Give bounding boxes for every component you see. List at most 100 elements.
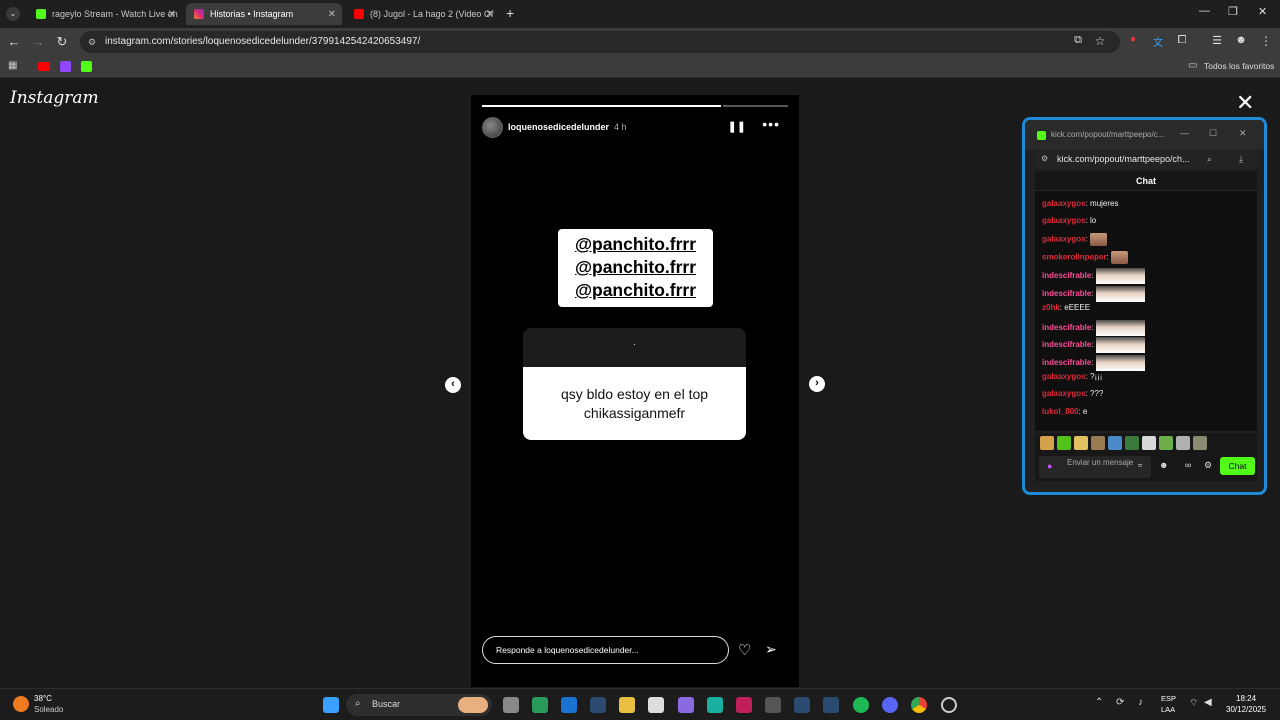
language-indicator[interactable]: ESP (1161, 694, 1176, 703)
reading-list-icon[interactable]: ☰ (1209, 34, 1225, 47)
back-icon[interactable]: ← (6, 34, 22, 49)
chat-username[interactable]: galaaxygos (1042, 199, 1086, 208)
chat-username[interactable]: indescifrable (1042, 271, 1091, 280)
mention-handle[interactable]: @panchito.frrr (558, 233, 713, 256)
copilot-icon[interactable] (678, 697, 694, 713)
popout-maximize-button[interactable]: ☐ (1209, 128, 1217, 139)
mention-handle[interactable]: @panchito.frrr (558, 256, 713, 279)
forward-icon[interactable]: → (30, 34, 46, 49)
story-username[interactable]: loquenosedicedelunder (508, 122, 609, 132)
maximize-window-button[interactable]: ❐ (1228, 5, 1238, 18)
minimize-window-button[interactable]: — (1199, 5, 1210, 17)
zoom-icon[interactable]: ⌕ (1207, 150, 1212, 168)
heart-icon[interactable]: ♡ (738, 641, 751, 659)
discord-icon[interactable] (882, 697, 898, 713)
emote-icon[interactable] (1125, 436, 1139, 450)
chat-username[interactable]: indescifrable (1042, 358, 1091, 367)
bookmark-youtube-icon[interactable] (38, 62, 50, 71)
emote-icon[interactable] (1176, 436, 1190, 450)
app-circle-icon[interactable] (941, 697, 957, 713)
clock-time[interactable]: 18:24 (1236, 694, 1256, 703)
close-story-button[interactable]: ✕ (1236, 92, 1254, 114)
download-icon[interactable]: ⤓ (1239, 150, 1243, 168)
extension-translate-icon[interactable]: 文 (1150, 34, 1166, 49)
app-red-icon[interactable] (736, 697, 752, 713)
store-icon[interactable] (648, 697, 664, 713)
url-input[interactable]: ⚙ instagram.com/stories/loquenosedicedel… (80, 31, 1120, 53)
network-icon[interactable]: ⟳ (1116, 697, 1124, 708)
cast-icon[interactable]: ⧉ (1070, 34, 1086, 47)
steam-icon[interactable] (590, 697, 606, 713)
all-bookmarks-label[interactable]: Todos los favoritos (1204, 61, 1274, 71)
chat-username[interactable]: lukol_800 (1042, 407, 1078, 416)
emote-icon[interactable] (1040, 436, 1054, 450)
weather-temp[interactable]: 38°C (34, 694, 52, 703)
emote-icon[interactable] (1057, 436, 1071, 450)
site-settings-icon[interactable]: ⚙ (1041, 150, 1048, 168)
app-icon[interactable] (532, 697, 548, 713)
app-dark-icon[interactable] (765, 697, 781, 713)
extensions-puzzle-icon[interactable]: ⧠ (1174, 34, 1190, 47)
chat-settings-icon[interactable]: ⚙ (1204, 460, 1212, 471)
tab-instagram[interactable]: Historias • Instagram ✕ (186, 3, 342, 25)
outlook-icon[interactable] (561, 697, 577, 713)
chat-username[interactable]: indescifrable (1042, 340, 1091, 349)
next-story-button[interactable]: › (809, 376, 825, 392)
volume-icon[interactable]: ◀ (1204, 697, 1212, 708)
bookmark-star-icon[interactable]: ☆ (1092, 34, 1108, 48)
emote-icon[interactable] (1108, 436, 1122, 450)
popout-close-button[interactable]: ✕ (1239, 128, 1247, 139)
emote-icon[interactable] (1159, 436, 1173, 450)
emote-icon[interactable] (1193, 436, 1207, 450)
site-info-icon[interactable]: ⚙ (88, 31, 96, 53)
bookmark-twitch-icon[interactable] (60, 61, 71, 72)
wifi-icon[interactable]: ⌔ (1189, 697, 1198, 710)
weather-icon[interactable] (13, 696, 29, 712)
task-view-icon[interactable] (503, 697, 519, 713)
mention-sticker[interactable]: @panchito.frrr @panchito.frrr @panchito.… (558, 229, 713, 307)
close-tab-icon[interactable]: ✕ (168, 9, 176, 20)
file-explorer-icon[interactable] (619, 697, 635, 713)
taskbar-search[interactable]: ⌕ Buscar (346, 694, 492, 716)
chat-username[interactable]: galaaxygos (1042, 235, 1086, 244)
story-avatar[interactable] (482, 116, 503, 138)
spotify-icon[interactable] (853, 697, 869, 713)
emote-icon[interactable] (1142, 436, 1156, 450)
quick-command-icon[interactable]: ≈ (1138, 461, 1142, 470)
chat-username[interactable]: smokerolinpeper (1042, 253, 1106, 262)
weather-desc[interactable]: Soleado (34, 705, 63, 714)
layout-indicator[interactable]: LAA (1161, 705, 1175, 714)
chat-message-input[interactable]: ● Enviar un mensaje (1039, 456, 1151, 478)
tab-kick[interactable]: rageylo Stream - Watch Live on ✕ (28, 3, 182, 25)
bookmark-kick-icon[interactable] (81, 61, 92, 72)
send-icon[interactable]: ➢ (765, 641, 777, 658)
microphone-icon[interactable]: ● (1047, 461, 1052, 471)
microphone-tray-icon[interactable]: ♪ (1138, 697, 1143, 708)
previous-story-button[interactable]: ‹ (445, 377, 461, 393)
more-options-icon[interactable]: ••• (762, 116, 780, 132)
tray-chevron-icon[interactable]: ⌃ (1095, 697, 1103, 708)
mention-handle[interactable]: @panchito.frrr (558, 279, 713, 302)
new-tab-button[interactable]: + (506, 5, 514, 21)
emote-icon[interactable] (1091, 436, 1105, 450)
popout-minimize-button[interactable]: — (1180, 128, 1189, 138)
bookmarks-folder-icon[interactable]: ▭ (1188, 60, 1197, 71)
instagram-logo[interactable]: Instagram (10, 88, 99, 108)
points-icon[interactable]: ∞ (1185, 460, 1191, 470)
emote-icon[interactable] (1074, 436, 1088, 450)
reload-icon[interactable]: ↻ (54, 34, 70, 50)
chat-send-button[interactable]: Chat (1220, 457, 1255, 475)
chat-username[interactable]: galaaxygos (1042, 216, 1086, 225)
tab-search-button[interactable]: ⌄ (6, 7, 20, 21)
chat-username[interactable]: z0hk (1042, 303, 1060, 312)
emoji-icon[interactable]: ☻ (1159, 460, 1168, 470)
extension-red-icon[interactable]: ● (1125, 34, 1141, 45)
close-tab-icon[interactable]: ✕ (328, 9, 336, 20)
tab-youtube[interactable]: (8) Jugol - La hago 2 (Video Of ✕ (346, 3, 500, 25)
chat-username[interactable]: galaaxygos (1042, 389, 1086, 398)
clock-date[interactable]: 30/12/2025 (1226, 705, 1266, 714)
close-window-button[interactable]: ✕ (1258, 5, 1267, 18)
chat-username[interactable]: indescifrable (1042, 289, 1091, 298)
chrome-icon[interactable] (911, 697, 927, 713)
close-tab-icon[interactable]: ✕ (486, 9, 494, 20)
